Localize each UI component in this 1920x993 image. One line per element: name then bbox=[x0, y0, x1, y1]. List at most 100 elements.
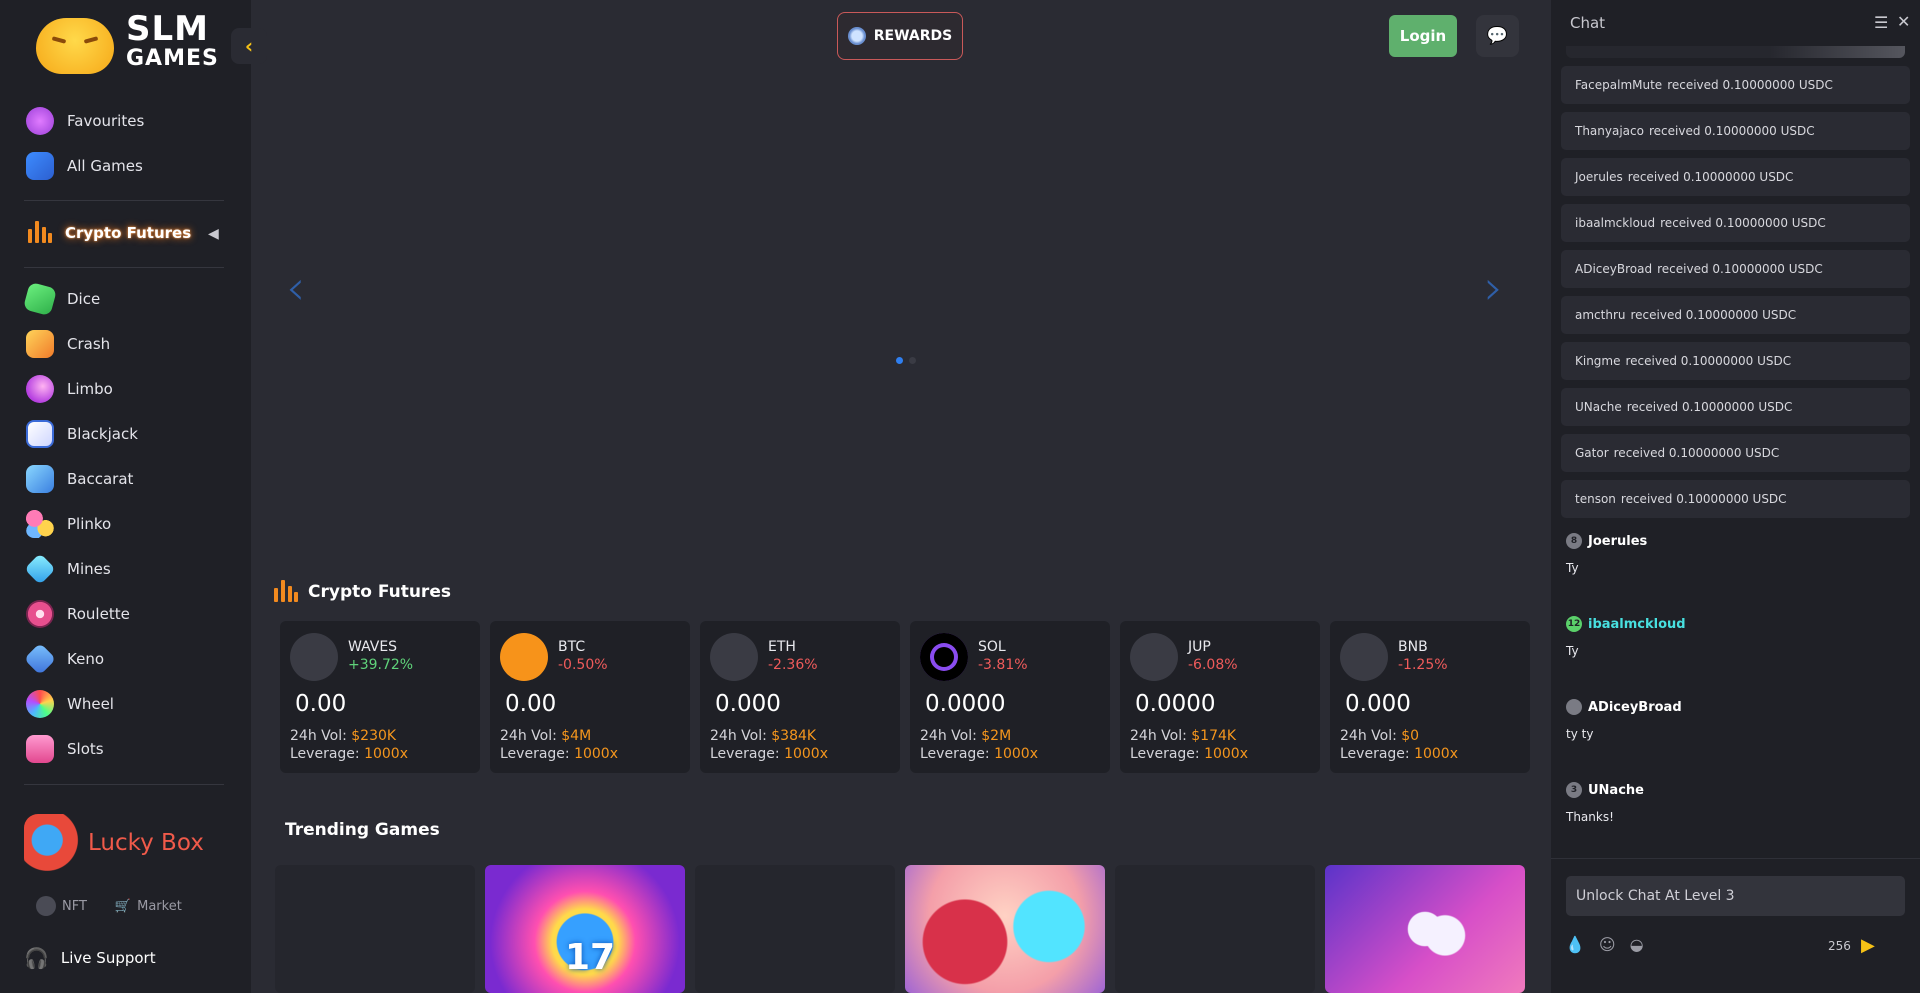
carousel-dot[interactable] bbox=[909, 357, 916, 364]
chat-message-text: Ty bbox=[1566, 561, 1579, 575]
price-change: -6.08% bbox=[1188, 657, 1238, 673]
game-tile[interactable] bbox=[275, 865, 475, 993]
sidebar-item-keno[interactable]: Keno bbox=[23, 642, 104, 676]
divider bbox=[24, 200, 224, 201]
live-support-button[interactable]: 🎧 Live Support bbox=[0, 922, 251, 993]
divider bbox=[24, 267, 224, 268]
sidebar-item-crash[interactable]: Crash bbox=[26, 328, 110, 360]
gif-icon[interactable]: ◒ bbox=[1630, 935, 1644, 954]
crypto-card-btc[interactable]: BTC -0.50% 0.00 24h Vol: $4M Leverage: 1000x bbox=[490, 621, 690, 773]
plinko-icon bbox=[26, 510, 54, 538]
game-tile-17[interactable]: 17 bbox=[485, 865, 685, 993]
rain-icon[interactable]: 💧 bbox=[1565, 935, 1585, 954]
emoji-icon[interactable]: ☺ bbox=[1599, 935, 1616, 954]
leverage-row: Leverage: 1000x bbox=[710, 746, 828, 762]
coin-icon bbox=[710, 633, 758, 681]
carousel-next-icon[interactable]: › bbox=[1484, 260, 1503, 316]
keno-icon bbox=[23, 642, 57, 676]
close-icon[interactable]: ✕ bbox=[1897, 12, 1910, 31]
coin-price: 0.000 bbox=[715, 691, 781, 717]
leverage-row: Leverage: 1000x bbox=[920, 746, 1038, 762]
volume-row: 24h Vol: $384K bbox=[710, 728, 817, 744]
game-tile-blackjack[interactable] bbox=[1325, 865, 1525, 993]
chat-system-message: amcthru received 0.10000000 USDC bbox=[1561, 296, 1910, 334]
diamond-icon bbox=[24, 553, 56, 585]
chat-username[interactable]: Joerules bbox=[1588, 534, 1647, 549]
game-tile-mines[interactable] bbox=[905, 865, 1105, 993]
send-icon[interactable]: ▶ bbox=[1861, 935, 1875, 956]
chat-panel: Chat ☰ ✕ FacepalmMute received 0.10000000… bbox=[1551, 0, 1920, 993]
sidebar: SLM GAMES Favourites All Games Crypto Fu… bbox=[0, 0, 251, 993]
roulette-icon bbox=[26, 600, 54, 628]
coin-symbol: BNB bbox=[1398, 639, 1428, 655]
slots-icon bbox=[26, 735, 54, 763]
chat-system-message: FacepalmMute received 0.10000000 USDC bbox=[1561, 66, 1910, 104]
coin-symbol: ETH bbox=[768, 639, 796, 655]
chat-toggle-button[interactable]: 💬 bbox=[1476, 15, 1519, 57]
chat-bubbles-icon: 💬 bbox=[1486, 26, 1509, 46]
sidebar-item-slots[interactable]: Slots bbox=[26, 733, 104, 765]
limbo-icon bbox=[26, 375, 54, 403]
baccarat-icon bbox=[26, 465, 54, 493]
crypto-card-eth[interactable]: ETH -2.36% 0.000 24h Vol: $384K Leverage: 10… bbox=[700, 621, 900, 773]
logo-line2: GAMES bbox=[126, 46, 219, 71]
volume-row: 24h Vol: $2M bbox=[920, 728, 1012, 744]
carousel-prev-icon[interactable]: ‹ bbox=[286, 260, 305, 316]
leverage-row: Leverage: 1000x bbox=[1130, 746, 1248, 762]
chat-message: 3 UNache Thanks! bbox=[1566, 782, 1644, 824]
chat-message-text: Ty bbox=[1566, 644, 1579, 658]
price-change: -2.36% bbox=[768, 657, 818, 673]
grid-icon bbox=[26, 152, 54, 180]
sidebar-item-roulette[interactable]: Roulette bbox=[26, 598, 130, 630]
sidebar-item-mines[interactable]: Mines bbox=[24, 553, 111, 585]
sidebar-item-baccarat[interactable]: Baccarat bbox=[26, 463, 133, 495]
crypto-card-sol[interactable]: SOL -3.81% 0.0000 24h Vol: $2M Leverage: 100… bbox=[910, 621, 1110, 773]
sidebar-collapse-button[interactable]: ‹ bbox=[231, 28, 267, 64]
carousel-dot[interactable] bbox=[896, 357, 903, 364]
char-count: 256 bbox=[1828, 939, 1851, 953]
slm-games-logo[interactable]: SLM GAMES bbox=[36, 12, 219, 80]
sidebar-item-dice[interactable]: Dice bbox=[22, 281, 100, 317]
chat-username[interactable]: ibaalmckloud bbox=[1588, 617, 1686, 632]
chat-username[interactable]: UNache bbox=[1588, 783, 1644, 798]
game-tile[interactable] bbox=[695, 865, 895, 993]
lucky-box-icon bbox=[24, 814, 82, 872]
sidebar-item-wheel[interactable]: Wheel bbox=[26, 688, 114, 720]
login-button[interactable]: Login bbox=[1389, 15, 1457, 57]
sidebar-item-crypto-futures[interactable]: Crypto Futures bbox=[26, 217, 191, 249]
candlestick-icon bbox=[272, 580, 298, 604]
crypto-card-bnb[interactable]: BNB -1.25% 0.000 24h Vol: $0 Leverage: 1000x bbox=[1330, 621, 1530, 773]
coin-price: 0.00 bbox=[295, 691, 347, 717]
sidebar-item-plinko[interactable]: Plinko bbox=[26, 508, 111, 540]
trending-games-heading: Trending Games bbox=[285, 820, 440, 840]
menu-icon[interactable]: ☰ bbox=[1874, 13, 1888, 32]
sidebar-item-market[interactable]: 🛒 Market bbox=[115, 896, 182, 916]
cart-icon: 🛒 bbox=[114, 898, 132, 914]
coin-icon bbox=[500, 633, 548, 681]
sidebar-item-blackjack[interactable]: Blackjack bbox=[26, 418, 138, 450]
chevron-left-icon[interactable]: ◀ bbox=[208, 226, 219, 242]
crypto-card-jup[interactable]: JUP -6.08% 0.0000 24h Vol: $174K Leverage: 1… bbox=[1120, 621, 1320, 773]
leverage-row: Leverage: 1000x bbox=[290, 746, 408, 762]
leverage-row: Leverage: 1000x bbox=[500, 746, 618, 762]
chat-system-message: UNache received 0.10000000 USDC bbox=[1561, 388, 1910, 426]
chat-system-message: Kingme received 0.10000000 USDC bbox=[1561, 342, 1910, 380]
sidebar-item-all-games[interactable]: All Games bbox=[26, 150, 143, 182]
crypto-card-waves[interactable]: WAVES +39.72% 0.00 24h Vol: $230K Leverage: … bbox=[280, 621, 480, 773]
chat-username[interactable]: ADiceyBroad bbox=[1588, 700, 1682, 715]
price-change: -3.81% bbox=[978, 657, 1028, 673]
chat-system-message: Gator received 0.10000000 USDC bbox=[1561, 434, 1910, 472]
chat-input[interactable] bbox=[1566, 876, 1905, 916]
chat-message: ADiceyBroad ty ty bbox=[1566, 699, 1682, 741]
coin-icon bbox=[1340, 633, 1388, 681]
sidebar-item-nft[interactable]: NFT bbox=[36, 896, 87, 916]
chevron-left-icon: ‹ bbox=[244, 34, 254, 58]
sidebar-item-favourites[interactable]: Favourites bbox=[26, 105, 144, 137]
sidebar-item-limbo[interactable]: Limbo bbox=[26, 373, 113, 405]
rewards-button[interactable]: REWARDS bbox=[837, 12, 963, 60]
headset-icon: 🎧 bbox=[24, 945, 49, 970]
coin-price: 0.0000 bbox=[925, 691, 1006, 717]
game-tile[interactable] bbox=[1115, 865, 1315, 993]
chat-system-message: ibaalmckloud received 0.10000000 USDC bbox=[1561, 204, 1910, 242]
lucky-box-banner[interactable]: Lucky Box bbox=[24, 808, 204, 878]
